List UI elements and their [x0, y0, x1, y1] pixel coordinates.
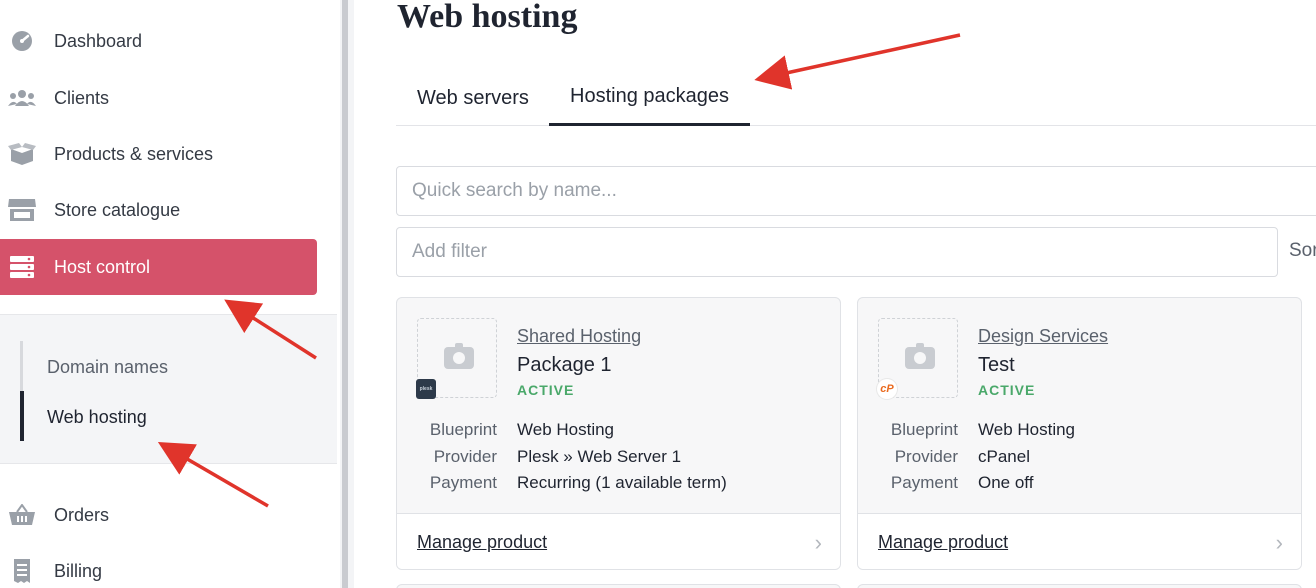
host-control-subnav: Domain names Web hosting: [0, 314, 337, 464]
package-card: cP Design Services Test ACTIVE Blueprint…: [857, 297, 1302, 570]
gauge-icon: [8, 29, 36, 53]
package-card-peek: [857, 584, 1302, 588]
meta-value-payment: Recurring (1 available term): [517, 473, 727, 492]
page-title: Web hosting: [397, 0, 578, 35]
sidebar-resize-handle[interactable]: [340, 0, 354, 588]
sort-dropdown[interactable]: Sor: [1289, 240, 1316, 262]
meta-value-blueprint: Web Hosting: [978, 420, 1076, 439]
meta-key-blueprint: Blueprint: [429, 420, 497, 439]
meta-key-payment: Payment: [890, 473, 958, 492]
package-card-peek: [396, 584, 841, 588]
meta-value-provider: cPanel: [978, 446, 1030, 466]
sidebar: Dashboard Clients Products & services St…: [0, 0, 340, 588]
receipt-icon: [8, 559, 36, 583]
users-icon: [8, 86, 36, 110]
card-footer[interactable]: Manage product ›: [397, 513, 840, 569]
package-category-link[interactable]: Design Services: [978, 326, 1108, 347]
cpanel-icon: cP: [877, 379, 897, 399]
sidebar-item-host-control[interactable]: Host control: [0, 239, 317, 295]
meta-key-provider: Provider: [894, 446, 958, 466]
camera-icon: [905, 343, 935, 369]
sidebar-item-dashboard[interactable]: Dashboard: [0, 13, 317, 69]
package-category-link[interactable]: Shared Hosting: [517, 326, 641, 347]
package-card: plesk Shared Hosting Package 1 ACTIVE Bl…: [396, 297, 841, 570]
meta-value-provider: Plesk » Web Server 1: [517, 446, 682, 466]
meta-key-provider: Provider: [433, 446, 497, 466]
server-icon: [8, 255, 36, 279]
card-footer[interactable]: Manage product ›: [858, 513, 1301, 569]
meta-value-blueprint: Web Hosting: [517, 420, 615, 439]
package-meta-keys: Blueprint Provider Payment: [417, 417, 497, 497]
plesk-icon: plesk: [416, 379, 436, 399]
camera-icon: [444, 343, 474, 369]
package-name: Test: [978, 354, 1015, 376]
package-thumbnail: plesk: [416, 318, 497, 399]
store-icon: [8, 198, 36, 222]
chevron-right-icon: ›: [1275, 530, 1283, 555]
manage-product-link[interactable]: Manage product: [417, 532, 547, 553]
status-badge: ACTIVE: [978, 382, 1036, 398]
sidebar-item-products-services[interactable]: Products & services: [0, 126, 317, 182]
sidebar-item-billing[interactable]: Billing: [0, 543, 317, 588]
sidebar-item-clients[interactable]: Clients: [0, 70, 317, 126]
manage-product-link[interactable]: Manage product: [878, 532, 1008, 553]
status-badge: ACTIVE: [517, 382, 575, 398]
sidebar-item-store-catalogue[interactable]: Store catalogue: [0, 182, 317, 238]
package-thumbnail: cP: [877, 318, 958, 399]
meta-value-payment: One off: [978, 473, 1034, 492]
sidebar-item-orders[interactable]: Orders: [0, 487, 317, 543]
meta-key-blueprint: Blueprint: [890, 420, 958, 439]
package-meta-values: Web Hosting Plesk » Web Server 1 Recurri…: [517, 417, 727, 497]
package-meta-keys: Blueprint Provider Payment: [878, 417, 958, 497]
subnav-active-indicator: [20, 391, 24, 441]
filter-input[interactable]: Add filter: [396, 227, 1278, 277]
tab-bar: Web servers Hosting packages: [396, 70, 1316, 126]
basket-icon: [8, 503, 36, 527]
package-meta-values: Web Hosting cPanel One off: [978, 417, 1075, 497]
subnav-item-domain-names[interactable]: Domain names: [47, 357, 168, 378]
box-icon: [8, 142, 36, 166]
tab-hosting-packages[interactable]: Hosting packages: [549, 70, 750, 126]
search-input[interactable]: Quick search by name...: [396, 166, 1316, 216]
package-name: Package 1: [517, 354, 612, 376]
chevron-right-icon: ›: [814, 530, 822, 555]
subnav-item-web-hosting[interactable]: Web hosting: [47, 407, 147, 428]
meta-key-payment: Payment: [429, 473, 497, 492]
tab-web-servers[interactable]: Web servers: [396, 70, 550, 126]
